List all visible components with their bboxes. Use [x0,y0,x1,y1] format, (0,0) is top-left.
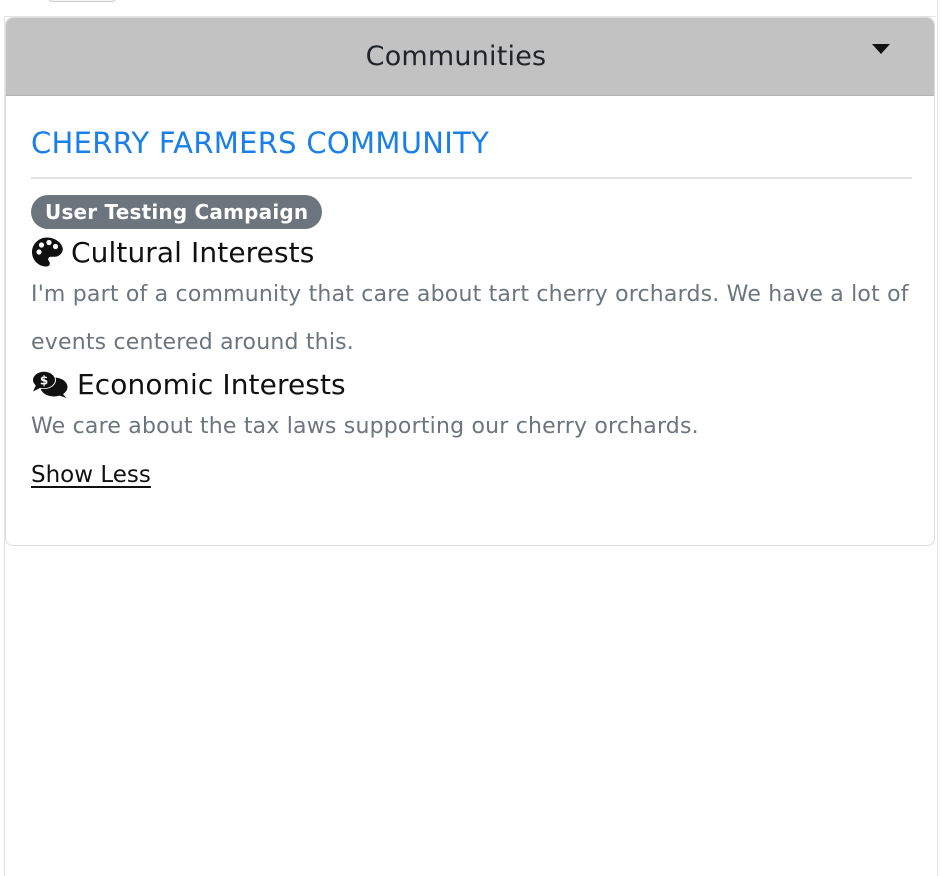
caret-down-icon[interactable] [872,44,890,54]
economic-interests-description: We care about the tax laws supporting ou… [31,414,699,439]
background-edge-right [937,0,942,876]
svg-text:$: $ [40,374,48,388]
comments-dollar-icon: $ [31,369,69,399]
palette-icon [31,236,63,268]
background-top-strip [4,0,936,17]
accordion-body: CHERRY FARMERS COMMUNITY User Testing Ca… [6,126,934,499]
interest-heading-text: Cultural Interests [71,235,315,269]
interest-heading-text: Economic Interests [77,367,346,401]
page: Communities CHERRY FARMERS COMMUNITY Use… [0,0,942,876]
campaign-badge: User Testing Campaign [31,195,323,229]
background-control [48,0,116,2]
accordion-title: Communities [365,41,547,72]
economic-interests-heading: $ Economic Interests [31,367,910,401]
show-less-link[interactable]: Show Less [31,451,151,499]
cultural-interests-heading: Cultural Interests [31,235,910,269]
divider [31,177,912,179]
cultural-interests-description: I'm part of a community that care about … [31,282,909,355]
communities-accordion: Communities CHERRY FARMERS COMMUNITY Use… [5,17,935,546]
communities-accordion-header[interactable]: Communities [6,18,934,96]
community-title: CHERRY FARMERS COMMUNITY [31,126,490,160]
